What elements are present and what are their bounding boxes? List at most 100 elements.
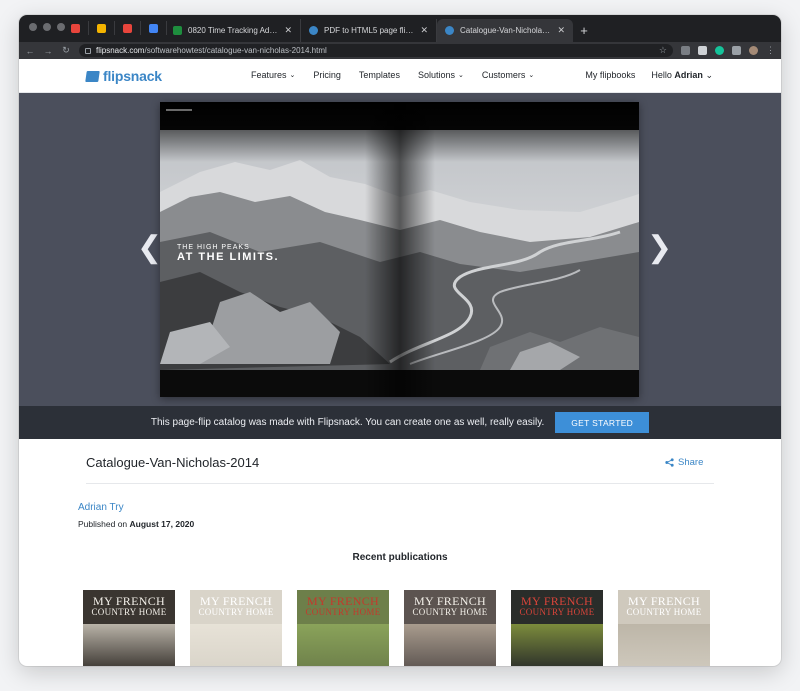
get-started-button[interactable]: GET STARTED xyxy=(555,412,650,433)
nav-templates[interactable]: Templates xyxy=(359,70,400,80)
grammarly-extension-icon[interactable] xyxy=(715,46,724,55)
url-host: flipsnack.com xyxy=(96,46,145,55)
desktop: 0820 Time Tracking Adrian Try ✕ PDF to H… xyxy=(0,0,800,691)
pinned-tabs xyxy=(69,21,167,35)
tab-title: PDF to HTML5 page flip - flipb xyxy=(324,26,415,35)
close-tab-icon[interactable]: ✕ xyxy=(557,25,565,36)
menu-dots-icon[interactable]: ⋮ xyxy=(766,45,775,56)
magazine-masthead: MY FRENCH COUNTRY HOME xyxy=(412,594,488,617)
new-tab-button[interactable]: + xyxy=(573,19,595,42)
flipsnack-favicon-icon xyxy=(309,26,318,35)
tab-title: 0820 Time Tracking Adrian Try xyxy=(188,26,279,35)
logo-mark-icon xyxy=(85,70,100,82)
cover-photo xyxy=(404,624,496,666)
site-header: flipsnack Features ⌄ Pricing Templates So… xyxy=(19,59,781,93)
chevron-down-icon: ⌄ xyxy=(528,72,535,79)
cover-photo xyxy=(511,624,603,666)
recent-publication-thumbnail[interactable]: MY FRENCH COUNTRY HOME xyxy=(511,590,603,666)
my-flipbooks-link[interactable]: My flipbooks xyxy=(585,70,635,81)
recent-publication-thumbnail[interactable]: MY FRENCH COUNTRY HOME xyxy=(190,590,282,666)
user-menu[interactable]: Hello Adrian ⌄ xyxy=(651,70,713,81)
drive-icon xyxy=(97,23,106,33)
browser-window: 0820 Time Tracking Adrian Try ✕ PDF to H… xyxy=(19,15,781,666)
pinned-tab-drive[interactable] xyxy=(95,21,115,35)
chevron-down-icon: ⌄ xyxy=(705,70,713,80)
close-tab-icon[interactable]: ✕ xyxy=(284,25,292,36)
recent-publication-thumbnail[interactable]: MY FRENCH COUNTRY HOME xyxy=(297,590,389,666)
minimize-window-button[interactable] xyxy=(43,23,51,31)
window-controls xyxy=(29,23,65,31)
tab-strip: 0820 Time Tracking Adrian Try ✕ PDF to H… xyxy=(19,15,781,42)
sheets-icon xyxy=(173,26,182,35)
close-tab-icon[interactable]: ✕ xyxy=(420,25,428,36)
divider xyxy=(86,483,714,484)
nav-features[interactable]: Features ⌄ xyxy=(251,70,295,80)
published-date: Published on August 17, 2020 xyxy=(78,519,195,529)
chevron-down-icon: ⌄ xyxy=(289,72,296,79)
spread-headline-small: THE HIGH PEAKS xyxy=(177,244,250,251)
recent-publication-thumbnail[interactable]: MY FRENCH COUNTRY HOME xyxy=(83,590,175,666)
recent-publication-thumbnail[interactable]: MY FRENCH COUNTRY HOME xyxy=(404,590,496,666)
user-name: Adrian xyxy=(674,70,703,80)
flipsnack-favicon-icon xyxy=(445,26,454,35)
magazine-masthead: MY FRENCH COUNTRY HOME xyxy=(626,594,702,617)
share-button[interactable]: Share xyxy=(665,457,703,468)
pinned-tab-trello[interactable] xyxy=(121,21,141,35)
flipbook-reader: ❮ THE HIGH PEAKS AT THE LIMITS. ❯ This p… xyxy=(19,93,781,439)
tab-time-tracking[interactable]: 0820 Time Tracking Adrian Try ✕ xyxy=(165,19,301,42)
trello-icon xyxy=(123,23,132,33)
share-label: Share xyxy=(678,457,704,468)
promo-bar: This page-flip catalog was made with Fli… xyxy=(19,406,781,439)
previous-page-arrow-icon[interactable]: ❮ xyxy=(137,233,162,263)
author-link[interactable]: Adrian Try xyxy=(78,502,124,513)
bookmark-star-icon[interactable]: ☆ xyxy=(659,45,667,56)
magazine-masthead: MY FRENCH COUNTRY HOME xyxy=(305,594,381,617)
magazine-masthead: MY FRENCH COUNTRY HOME xyxy=(91,594,167,617)
recent-publications-list: MY FRENCH COUNTRY HOME MY FRENCH COUNTRY HO… xyxy=(83,590,710,666)
logo-wordmark: flipsnack xyxy=(103,68,162,84)
chevron-down-icon: ⌄ xyxy=(457,72,464,79)
recent-publication-thumbnail[interactable]: MY FRENCH COUNTRY HOME xyxy=(618,590,710,666)
tab-title: Catalogue-Van-Nicholas-2014 xyxy=(460,26,551,35)
cover-photo xyxy=(618,624,710,666)
tab-pdf-to-html5[interactable]: PDF to HTML5 page flip - flipb ✕ xyxy=(301,19,437,42)
puzzle-extensions-icon[interactable] xyxy=(732,46,741,55)
extension-icon[interactable] xyxy=(698,46,707,55)
magazine-masthead: MY FRENCH COUNTRY HOME xyxy=(519,594,595,617)
profile-avatar[interactable] xyxy=(749,46,758,55)
next-page-arrow-icon[interactable]: ❯ xyxy=(647,233,672,263)
main-nav: Features ⌄ Pricing Templates Solutions ⌄ C… xyxy=(251,70,534,80)
cover-photo xyxy=(83,624,175,666)
url-path: /softwarehowtest/catalogue-van-nicholas-… xyxy=(144,46,327,55)
browser-toolbar: ← → ↻ flipsnack.com/softwarehowtest/cata… xyxy=(19,42,781,59)
nav-customers[interactable]: Customers ⌄ xyxy=(482,70,534,80)
cover-photo xyxy=(297,624,389,666)
back-arrow-icon[interactable]: ← xyxy=(25,46,35,56)
share-icon xyxy=(665,458,674,467)
pinned-tab-gmail[interactable] xyxy=(69,21,89,35)
address-bar[interactable]: flipsnack.com/softwarehowtest/catalogue-… xyxy=(79,44,673,57)
flipsnack-logo[interactable]: flipsnack xyxy=(85,68,162,84)
tab-catalogue[interactable]: Catalogue-Van-Nicholas-2014 ✕ xyxy=(437,19,573,42)
cover-photo xyxy=(190,624,282,666)
nav-pricing[interactable]: Pricing xyxy=(313,70,341,80)
nav-solutions[interactable]: Solutions ⌄ xyxy=(418,70,464,80)
pinned-tab-calendar[interactable] xyxy=(147,21,167,35)
spread-headline-large: AT THE LIMITS. xyxy=(177,251,279,263)
promo-message: This page-flip catalog was made with Fli… xyxy=(150,417,545,428)
close-window-button[interactable] xyxy=(29,23,37,31)
calendar-icon xyxy=(149,23,158,33)
forward-arrow-icon[interactable]: → xyxy=(43,46,53,56)
account-nav: My flipbooks Hello Adrian ⌄ xyxy=(585,70,713,81)
pocket-extension-icon[interactable] xyxy=(681,46,690,55)
maximize-window-button[interactable] xyxy=(57,23,65,31)
flipbook-spread[interactable]: THE HIGH PEAKS AT THE LIMITS. xyxy=(160,102,639,397)
publication-title: Catalogue-Van-Nicholas-2014 xyxy=(86,455,260,470)
reload-icon[interactable]: ↻ xyxy=(61,45,71,56)
tabs: 0820 Time Tracking Adrian Try ✕ PDF to H… xyxy=(165,19,595,42)
recent-publications-heading: Recent publications xyxy=(352,552,448,563)
lock-icon xyxy=(85,47,91,54)
magazine-masthead: MY FRENCH COUNTRY HOME xyxy=(198,594,274,617)
extensions: ⋮ xyxy=(681,45,775,56)
gmail-icon xyxy=(71,23,80,33)
